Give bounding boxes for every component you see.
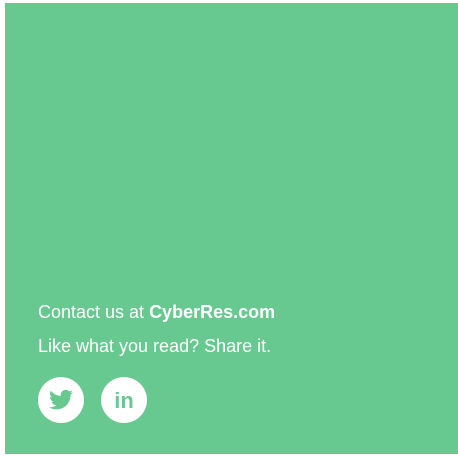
linkedin-icon: in [114, 388, 134, 413]
twitter-share-button[interactable] [38, 377, 84, 423]
linkedin-share-button[interactable]: in [101, 377, 147, 423]
contact-line: Contact us at CyberRes.com [38, 301, 275, 323]
footer-panel: Contact us at CyberRes.com Like what you… [5, 3, 458, 454]
linkedin-glyph: in [114, 388, 134, 413]
contact-prefix: Contact us at [38, 302, 150, 322]
share-prompt: Like what you read? Share it. [38, 336, 272, 356]
cyberres-link[interactable]: CyberRes.com [149, 302, 275, 322]
twitter-icon [49, 389, 73, 410]
